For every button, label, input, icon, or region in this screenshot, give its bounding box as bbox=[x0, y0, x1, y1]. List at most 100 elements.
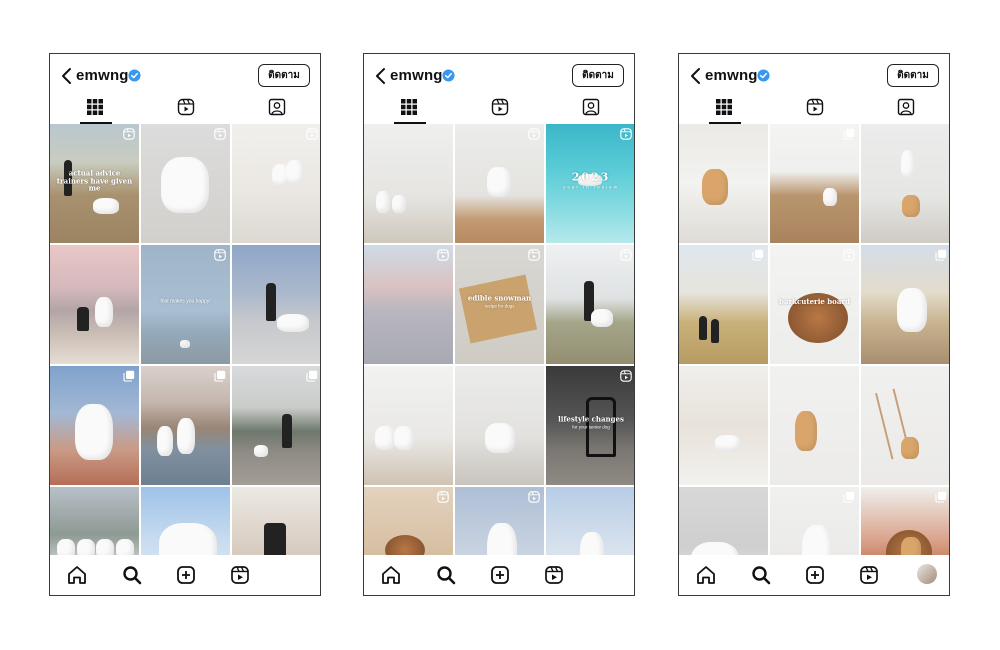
follow-button[interactable]: ติดตาม bbox=[258, 64, 310, 87]
nav-create[interactable] bbox=[804, 564, 826, 586]
post-thumbnail[interactable] bbox=[364, 245, 453, 364]
post-caption: actual advice trainers have given me bbox=[54, 169, 135, 193]
nav-reels[interactable] bbox=[543, 564, 565, 586]
dog-figure bbox=[823, 188, 838, 207]
nav-profile-avatar[interactable] bbox=[917, 564, 937, 584]
post-thumbnail[interactable] bbox=[679, 124, 768, 243]
post-thumbnail[interactable]: thanksgiving spread bbox=[364, 487, 453, 556]
reel-indicator bbox=[620, 248, 632, 261]
tagged-icon bbox=[897, 98, 915, 116]
tab-tagged[interactable] bbox=[257, 98, 297, 122]
nav-home[interactable] bbox=[380, 564, 402, 586]
post-thumbnail[interactable]: things that aren't balls bbox=[455, 487, 544, 556]
follow-button[interactable]: ติดตาม bbox=[887, 64, 939, 87]
post-thumbnail[interactable] bbox=[861, 366, 949, 485]
profile-screen-3: emwng ติดตาม barkcuterie board bbox=[678, 53, 950, 596]
dog-figure bbox=[157, 425, 174, 456]
carousel-indicator bbox=[935, 490, 947, 503]
tab-reels[interactable] bbox=[480, 98, 520, 122]
nav-reels[interactable] bbox=[858, 564, 880, 586]
post-thumbnail[interactable]: edible snowman recipe for dogs bbox=[455, 245, 544, 364]
post-thumbnail[interactable] bbox=[546, 245, 634, 364]
post-thumbnail[interactable] bbox=[770, 366, 859, 485]
nav-create[interactable] bbox=[175, 564, 197, 586]
dog-figure bbox=[802, 525, 833, 556]
post-thumbnail[interactable] bbox=[861, 245, 949, 364]
profile-tabs bbox=[679, 94, 949, 124]
tab-tagged[interactable] bbox=[886, 98, 926, 122]
post-thumbnail[interactable]: lifestyle changes for your senior dog bbox=[546, 366, 634, 485]
post-thumbnail[interactable] bbox=[364, 124, 453, 243]
post-thumbnail[interactable] bbox=[50, 487, 139, 556]
follow-button[interactable]: ติดตาม bbox=[572, 64, 624, 87]
post-thumbnail[interactable] bbox=[770, 124, 859, 243]
reel-indicator bbox=[620, 127, 632, 140]
tagged-icon bbox=[268, 98, 286, 116]
post-caption-text: that makes you happy! bbox=[160, 298, 211, 305]
back-button[interactable] bbox=[56, 64, 78, 88]
dog-figure bbox=[94, 297, 113, 328]
post-caption: edible snowman recipe for dogs bbox=[459, 294, 540, 310]
tab-reels[interactable] bbox=[166, 98, 206, 122]
tab-tagged[interactable] bbox=[571, 98, 611, 122]
profile-tabs bbox=[364, 94, 634, 124]
profile-username: emwng bbox=[76, 67, 129, 84]
nav-home[interactable] bbox=[66, 564, 88, 586]
reel-indicator bbox=[437, 248, 449, 261]
dog-figure bbox=[376, 190, 391, 213]
post-thumbnail[interactable] bbox=[232, 124, 320, 243]
create-icon bbox=[806, 566, 824, 584]
post-thumbnail[interactable] bbox=[232, 366, 320, 485]
nav-search[interactable] bbox=[435, 564, 457, 586]
dog-figure bbox=[96, 539, 115, 556]
post-thumbnail[interactable]: that makes you happy! bbox=[141, 245, 230, 364]
dog-figure bbox=[487, 522, 518, 556]
nav-search[interactable] bbox=[750, 564, 772, 586]
post-thumbnail[interactable] bbox=[455, 366, 544, 485]
post-thumbnail[interactable] bbox=[546, 487, 634, 556]
back-button[interactable] bbox=[685, 64, 707, 88]
profile-header: emwng ติดตาม bbox=[50, 62, 320, 92]
post-caption-subtext: recipe for dogs bbox=[484, 303, 515, 309]
post-thumbnail[interactable]: barkcuterie board bbox=[770, 245, 859, 364]
post-thumbnail[interactable] bbox=[141, 366, 230, 485]
post-thumbnail[interactable] bbox=[679, 487, 768, 556]
post-thumbnail[interactable] bbox=[232, 245, 320, 364]
reel-indicator bbox=[528, 127, 540, 140]
post-thumbnail[interactable] bbox=[770, 487, 859, 556]
nav-create[interactable] bbox=[489, 564, 511, 586]
search-icon bbox=[752, 566, 771, 585]
post-thumbnail[interactable]: 2023 year in review bbox=[546, 124, 634, 243]
post-thumbnail[interactable] bbox=[679, 245, 768, 364]
reel-badge-icon bbox=[843, 249, 855, 261]
nav-search[interactable] bbox=[121, 564, 143, 586]
reel-indicator bbox=[843, 248, 855, 261]
tab-reels[interactable] bbox=[795, 98, 835, 122]
dog-figure bbox=[277, 314, 309, 333]
tab-posts-grid[interactable] bbox=[389, 98, 429, 122]
post-thumbnail[interactable] bbox=[141, 124, 230, 243]
back-button[interactable] bbox=[370, 64, 392, 88]
post-thumbnail[interactable] bbox=[861, 124, 949, 243]
tab-posts-grid[interactable] bbox=[75, 98, 115, 122]
post-thumbnail[interactable] bbox=[141, 487, 230, 556]
post-thumbnail[interactable] bbox=[50, 366, 139, 485]
post-thumbnail[interactable] bbox=[364, 366, 453, 485]
nav-reels[interactable] bbox=[229, 564, 251, 586]
reels-icon bbox=[545, 566, 563, 584]
post-thumbnail[interactable] bbox=[50, 245, 139, 364]
dog-figure bbox=[253, 444, 268, 457]
nav-home[interactable] bbox=[695, 564, 717, 586]
reel-badge-icon bbox=[437, 249, 449, 261]
post-thumbnail[interactable]: actual advice trainers have given me bbox=[50, 124, 139, 243]
post-thumbnail[interactable] bbox=[455, 124, 544, 243]
post-thumbnail[interactable] bbox=[679, 366, 768, 485]
reel-indicator bbox=[437, 490, 449, 503]
carousel-badge-icon bbox=[123, 370, 135, 382]
post-thumbnail[interactable] bbox=[861, 487, 949, 556]
dog-figure bbox=[485, 423, 516, 454]
tab-posts-grid[interactable] bbox=[704, 98, 744, 122]
post-thumbnail[interactable] bbox=[232, 487, 320, 556]
dog-figure bbox=[176, 418, 195, 455]
reel-badge-icon bbox=[123, 128, 135, 140]
